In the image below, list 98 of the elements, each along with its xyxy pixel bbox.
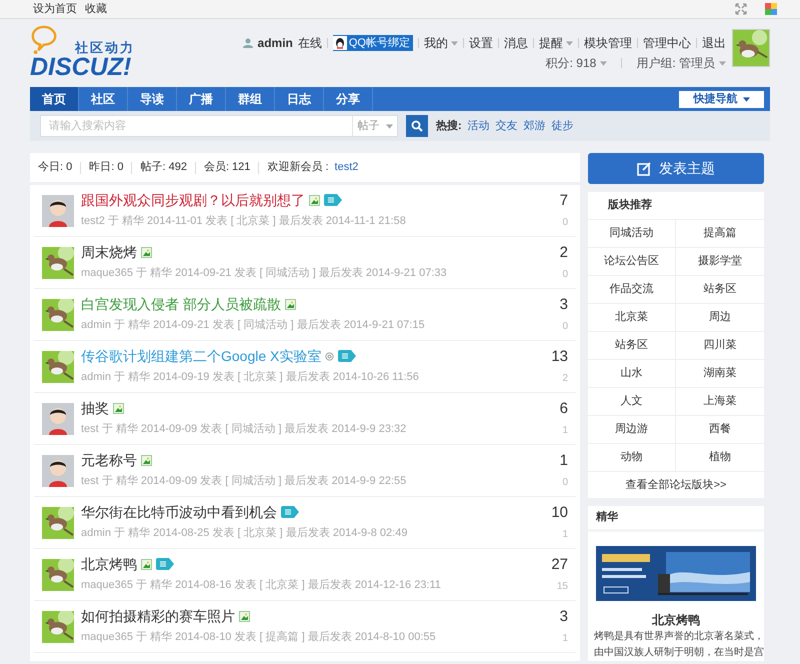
thread-meta: maque365 于 精华 2014-08-10 发表 [ 提高篇 ] 最后发表 2014-8-10 00:55 xyxy=(81,630,437,646)
color-palette-icon[interactable] xyxy=(765,3,777,15)
hot-search-label: 热搜: xyxy=(436,118,462,134)
forum-link[interactable]: 上海菜 xyxy=(676,388,764,416)
hot-search-link[interactable]: 郊游 xyxy=(524,118,546,134)
username-link[interactable]: admin xyxy=(258,34,293,52)
forum-link[interactable]: 同城活动 xyxy=(588,220,676,248)
user-menu-link[interactable]: 我的 xyxy=(424,34,458,52)
thread-meta: admin 于 精华 2014-08-25 发表 [ 北京菜 ] 最后发表 2014-9-8 02:49 xyxy=(81,526,408,542)
user-info-dropdown[interactable]: 用户组: 管理员 xyxy=(636,54,726,72)
reply-count: 3 xyxy=(560,608,568,624)
thread-meta: test2 于 精华 2014-11-01 发表 [ 北京菜 ] 最后发表 2014-11-1 21:58 xyxy=(81,214,407,230)
thread-title-link[interactable]: 白宫发现入侵者 部分人员被疏散 xyxy=(81,295,281,314)
forum-link[interactable]: 站务区 xyxy=(676,276,764,304)
view-count: 0 xyxy=(562,216,568,230)
view-count: 2 xyxy=(562,372,568,386)
featured-description: 烤鸭是具有世界声誉的北京著名菜式， xyxy=(593,630,764,644)
search-icon xyxy=(411,120,423,132)
thread-title-link[interactable]: 如何拍摄精彩的赛车照片 xyxy=(81,607,235,626)
forum-link[interactable]: 提高篇 xyxy=(676,220,764,248)
forum-link[interactable]: 动物 xyxy=(588,444,676,472)
reply-count: 13 xyxy=(551,348,568,364)
view-count: 1 xyxy=(562,424,568,438)
forum-link[interactable]: 西餐 xyxy=(676,416,764,444)
view-count: 0 xyxy=(562,476,568,490)
reply-count: 2 xyxy=(560,244,568,260)
view-count: 15 xyxy=(556,580,568,594)
thread-meta: admin 于 精华 2014-09-19 发表 [ 北京菜 ] 最后发表 2014-10-26 11:56 xyxy=(81,370,420,386)
penguin-icon xyxy=(332,36,347,50)
forum-link[interactable]: 摄影学堂 xyxy=(676,248,764,276)
search-button[interactable] xyxy=(406,115,428,137)
thread-title-link[interactable]: 跟国外观众同步观剧？以后就别想了 xyxy=(81,191,305,210)
forum-link[interactable]: 北京菜 xyxy=(588,304,676,332)
panel-title: 精华 xyxy=(588,506,764,532)
thread-title-link[interactable]: 北京烤鸭 xyxy=(81,555,137,574)
reply-count: 7 xyxy=(560,192,568,208)
user-icon xyxy=(242,38,253,48)
caret-icon xyxy=(742,96,750,102)
fullscreen-icon[interactable] xyxy=(735,3,747,15)
nav-tab[interactable]: 首页 xyxy=(30,87,79,111)
topbar-link[interactable]: 收藏 xyxy=(85,0,107,18)
stat-text: 会员: 121 xyxy=(204,160,250,176)
thread-title-link[interactable]: 华尔街在比特币波动中看到机会 xyxy=(81,503,277,522)
thread-title-link[interactable]: 周末烧烤 xyxy=(81,243,137,262)
quick-nav-button[interactable]: 快捷导航 xyxy=(679,90,764,108)
user-menu-link[interactable]: 设置 xyxy=(469,34,493,52)
user-menu-link[interactable]: 退出 xyxy=(702,34,726,52)
online-status: 在线 xyxy=(298,35,322,52)
forum-link[interactable]: 四川菜 xyxy=(676,332,764,360)
featured-description: 由中国汉族人研制于明朝，在当时是宫 xyxy=(593,646,764,660)
thread-title-link[interactable]: 抽奖 xyxy=(81,399,109,418)
reply-count: 10 xyxy=(551,504,568,520)
user-menu-link[interactable]: 消息 xyxy=(504,34,528,52)
hot-search-link[interactable]: 交友 xyxy=(496,118,518,134)
thread-title-link[interactable]: 元老称号 xyxy=(81,451,137,470)
stat-text: 欢迎新会员 : xyxy=(267,160,329,176)
view-count: 0 xyxy=(562,268,568,282)
thread-meta: maque365 于 精华 2014-09-21 发表 [ 同城活动 ] 最后发表 2014-9-21 07:33 xyxy=(81,266,448,282)
forum-link[interactable]: 植物 xyxy=(676,444,764,472)
reply-count: 6 xyxy=(560,400,568,416)
new-member-link[interactable]: test2 xyxy=(334,159,358,176)
hot-search-link[interactable]: 徒步 xyxy=(552,118,574,134)
view-count: 1 xyxy=(562,632,568,646)
featured-caption: 北京烤鸭 xyxy=(650,612,701,629)
user-info-dropdown[interactable]: 积分: 918 xyxy=(546,54,608,72)
forum-link[interactable]: 周边游 xyxy=(588,416,676,444)
reply-count: 3 xyxy=(560,296,568,312)
panel-title: 版块推荐 xyxy=(588,192,764,220)
reply-count: 27 xyxy=(551,556,568,572)
thread-meta: admin 于 精华 2014-09-21 发表 [ 同城活动 ] 最后发表 2014-9-21 07:15 xyxy=(81,318,426,334)
user-menu-link[interactable]: 模块管理 xyxy=(584,34,632,52)
forum-link[interactable]: 站务区 xyxy=(588,332,676,360)
view-count: 0 xyxy=(562,320,568,334)
caret-icon xyxy=(386,124,392,128)
forum-link[interactable]: 山水 xyxy=(588,360,676,388)
new-thread-button[interactable]: 发表主题 xyxy=(588,153,764,184)
edit-icon xyxy=(637,162,651,176)
view-count: 1 xyxy=(562,528,568,542)
thread-meta: test 于 精华 2014-09-09 发表 [ 同城活动 ] 最后发表 2014-9-9 22:55 xyxy=(81,474,408,490)
forum-link[interactable]: 论坛公告区 xyxy=(588,248,676,276)
forum-link[interactable]: 人文 xyxy=(588,388,676,416)
user-menu-link[interactable]: 提醒 xyxy=(539,34,573,52)
hot-search-link[interactable]: 活动 xyxy=(468,118,490,134)
forum-link[interactable]: 作品交流 xyxy=(588,276,676,304)
stat-text: 今日: 0 xyxy=(38,160,72,176)
user-menu-link[interactable]: 管理中心 xyxy=(643,34,691,52)
forum-link[interactable]: 湖南菜 xyxy=(676,360,764,388)
stat-text: 昨日: 0 xyxy=(89,160,124,176)
forum-link[interactable]: 周边 xyxy=(676,304,764,332)
all-forums-link[interactable]: 查看全部论坛版块>> xyxy=(626,476,726,494)
stat-text: 帖子: 492 xyxy=(140,160,187,176)
thread-meta: maque365 于 精华 2014-08-16 发表 [ 北京菜 ] 最后发表 2014-12-16 23:11 xyxy=(81,578,442,594)
topbar-link[interactable]: 设为首页 xyxy=(33,0,77,18)
reply-count: 1 xyxy=(560,452,568,468)
caret-icon xyxy=(719,60,726,66)
caret-icon xyxy=(600,60,608,66)
qq-bind-button[interactable]: QQ帐号绑定 xyxy=(332,35,413,51)
thread-meta: test 于 精华 2014-09-09 发表 [ 同城活动 ] 最后发表 2014-9-9 23:32 xyxy=(81,422,408,438)
